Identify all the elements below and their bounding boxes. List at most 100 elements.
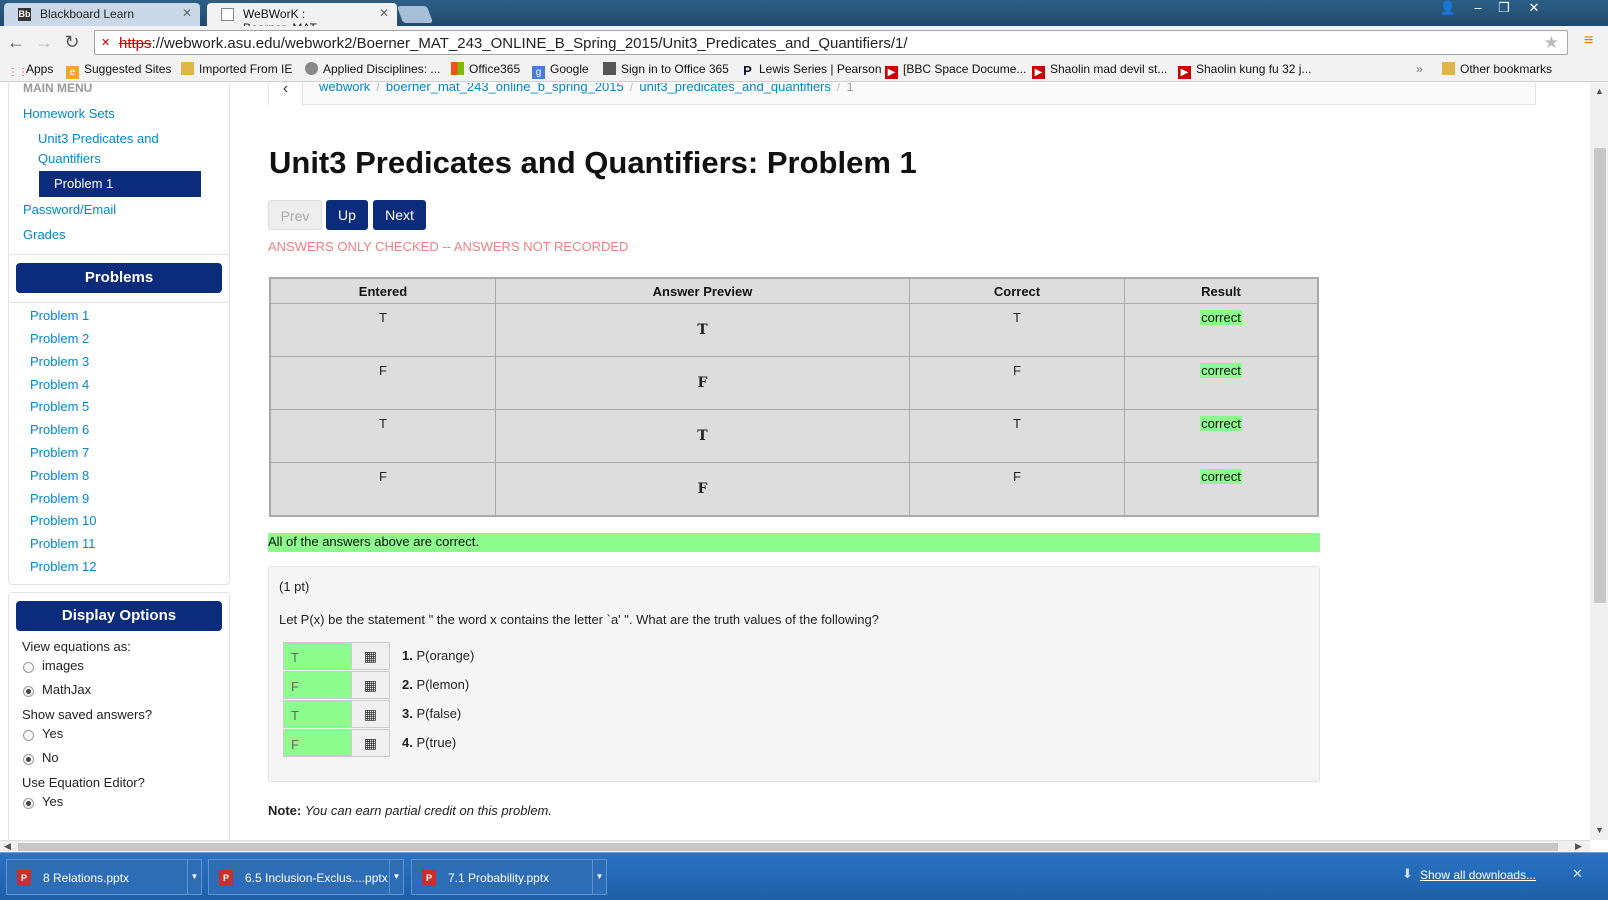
chevron-down-icon[interactable]: ▼ [389,860,403,894]
download-item-2[interactable]: P 6.5 Inclusion-Exclus....pptx ▼ [208,859,404,895]
page-icon [221,8,234,21]
radio-images[interactable] [23,662,34,673]
keypad-icon[interactable]: ▦ [352,729,390,757]
view-equations-label: View equations as: [22,639,131,654]
answer-label-4: 4. P(true) [402,735,456,750]
bookmark-office-signin[interactable]: Sign in to Office 365 [603,62,729,76]
problem-link-10[interactable]: Problem 10 [30,513,96,528]
problem-link-9[interactable]: Problem 9 [30,491,89,506]
problem-link-4[interactable]: Problem 4 [30,377,89,392]
download-name: 6.5 Inclusion-Exclus....pptx [245,871,388,885]
password-email-link[interactable]: Password/Email [23,202,116,217]
radio-saved-no[interactable] [23,754,34,765]
bookmark-pearson[interactable]: P Lewis Series | Pearson [741,62,881,77]
scroll-left-icon[interactable]: ◀ [4,841,11,852]
close-icon[interactable]: ✕ [379,6,389,20]
prev-button[interactable]: Prev [268,200,322,230]
close-icon[interactable]: ✕ [1572,866,1583,882]
show-saved-label: Show saved answers? [22,707,153,722]
chevron-down-icon[interactable]: ▼ [592,860,606,894]
problems-header: Problems [16,263,222,293]
answer-text: P(orange) [416,648,475,663]
keypad-icon[interactable]: ▦ [352,671,390,699]
close-window-button[interactable]: ✕ [1520,0,1548,18]
bookmark-google[interactable]: g Google [532,62,589,79]
page-title: Unit3 Predicates and Quantifiers: Proble… [269,145,917,180]
up-button[interactable]: Up [326,200,368,230]
horizontal-scroll-thumb[interactable] [18,843,1558,851]
result-cell: correct [1125,357,1317,409]
download-item-3[interactable]: P 7.1 Probability.pptx ▼ [411,859,607,895]
scroll-up-icon[interactable]: ▲ [1595,86,1604,96]
bookmark-other[interactable]: Other bookmarks [1442,62,1552,76]
back-arrow-icon[interactable]: ← [5,31,27,53]
set-link-line2[interactable]: Quantifiers [38,151,101,166]
show-all-downloads-link[interactable]: Show all downloads... [1420,868,1536,882]
problem-link-8[interactable]: Problem 8 [30,468,89,483]
address-bar[interactable]: ✕ https://webwork.asu.edu/webwork2/Boern… [94,30,1568,55]
bookmark-bbc[interactable]: ▶ [BBC Space Docume... [885,62,1026,79]
bookmark-star-icon[interactable]: ★ [1544,33,1559,53]
bookmark-shaolin-1[interactable]: ▶ Shaolin mad devil st... [1032,62,1167,79]
radio-saved-yes[interactable] [23,730,34,741]
grades-link[interactable]: Grades [23,227,66,242]
download-name: 7.1 Probability.pptx [448,871,550,885]
problem-link-1[interactable]: Problem 1 [30,308,89,323]
tab-blackboard[interactable]: Bb Blackboard Learn ✕ [4,3,200,26]
scroll-right-icon[interactable]: ▶ [1575,841,1582,852]
radio-mathjax[interactable] [23,686,34,697]
breadcrumb-webwork[interactable]: webwork [319,83,370,94]
forward-arrow-icon[interactable]: → [33,31,55,53]
scroll-down-icon[interactable]: ▼ [1595,825,1604,835]
globe-icon [305,62,318,75]
next-button[interactable]: Next [373,200,426,230]
problem-link-12[interactable]: Problem 12 [30,559,96,574]
answer-input-3[interactable]: T [283,700,352,728]
horizontal-scrollbar[interactable]: ◀ ▶ [0,840,1590,852]
chrome-menu-icon[interactable]: ≡ [1584,32,1600,49]
tab-webwork[interactable]: WeBWorK : Boerner_MAT_ ✕ [207,3,397,35]
set-link-line1[interactable]: Unit3 Predicates and [38,131,159,146]
radio-eqeditor-yes[interactable] [23,798,34,809]
answer-input-2[interactable]: F [283,671,352,699]
vertical-scrollbar[interactable]: ▲ ▼ [1590,83,1608,840]
close-icon[interactable]: ✕ [182,6,192,20]
bookmark-suggested-sites[interactable]: e Suggested Sites [66,62,171,79]
answer-input-1[interactable]: T [283,642,352,670]
download-item-1[interactable]: P 8 Relations.pptx ▼ [6,859,202,895]
new-tab-button[interactable] [396,6,434,23]
active-problem-link[interactable]: Problem 1 [39,171,201,197]
breadcrumb-current: 1 [846,83,854,94]
breadcrumb-set[interactable]: unit3_predicates_and_quantifiers [639,83,831,94]
homework-sets-link[interactable]: Homework Sets [23,106,115,121]
bookmarks-overflow-button[interactable]: » [1416,62,1423,76]
breadcrumb-back-button[interactable]: ‹ [269,83,303,105]
user-icon[interactable]: 👤 [1434,0,1462,18]
answer-input-4[interactable]: F [283,729,352,757]
problem-link-7[interactable]: Problem 7 [30,445,89,460]
restore-button[interactable]: ❐ [1490,0,1518,18]
reload-icon[interactable]: ↻ [61,31,83,53]
radio-mathjax-label: MathJax [42,682,92,697]
problem-link-11[interactable]: Problem 11 [30,536,96,551]
vertical-scroll-thumb[interactable] [1594,148,1606,603]
main-menu-header: MAIN MENU [23,83,93,95]
breadcrumb-course[interactable]: boerner_mat_243_online_b_spring_2015 [386,83,624,94]
url-scheme: https [119,35,152,52]
bookmark-apps[interactable]: ⋮⋮Apps [8,62,53,79]
bookmark-shaolin-2[interactable]: ▶ Shaolin kung fu 32 j... [1178,62,1311,79]
bookmark-applied[interactable]: Applied Disciplines: ... [305,62,440,76]
folder-icon [181,62,194,75]
problem-link-5[interactable]: Problem 5 [30,399,89,414]
problem-link-3[interactable]: Problem 3 [30,354,89,369]
keypad-icon[interactable]: ▦ [352,700,390,728]
bookmark-imported[interactable]: Imported From IE [181,62,292,76]
keypad-icon[interactable]: ▦ [352,642,390,670]
chevron-down-icon[interactable]: ▼ [187,860,201,894]
all-correct-message: All of the answers above are correct. [268,533,1320,552]
problem-link-2[interactable]: Problem 2 [30,331,89,346]
bookmark-office365[interactable]: Office365 [451,62,520,76]
problem-link-6[interactable]: Problem 6 [30,422,89,437]
insecure-lock-icon: ✕ [101,37,111,49]
minimize-button[interactable]: – [1464,0,1492,18]
